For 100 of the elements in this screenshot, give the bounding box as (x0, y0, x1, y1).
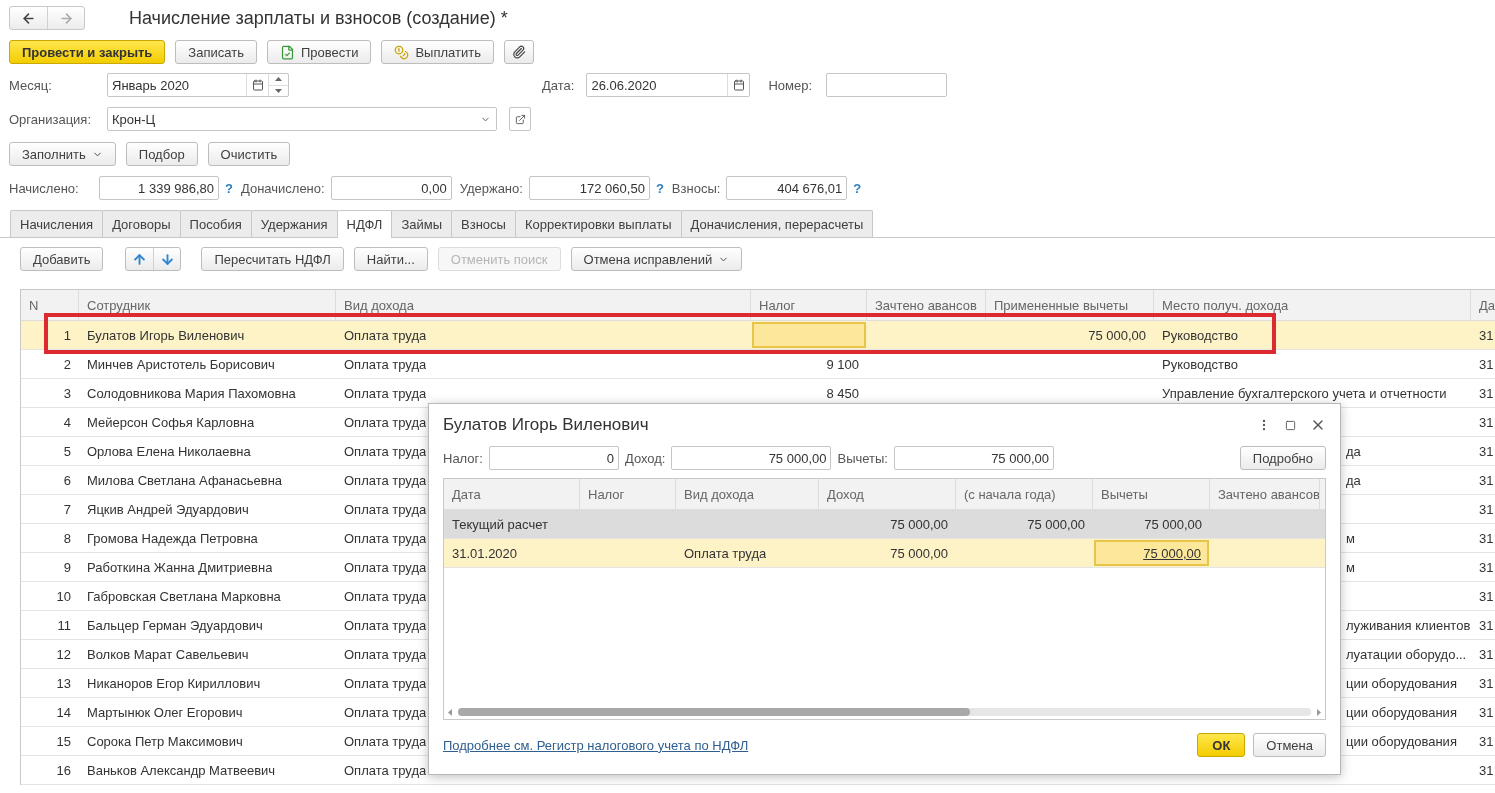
tab[interactable]: Корректировки выплаты (514, 210, 682, 237)
tab[interactable]: Начисления (10, 210, 104, 237)
dropdown-button[interactable]: Заполнить (9, 142, 116, 166)
column-header: Вид дохода (336, 290, 751, 320)
column-header: Зачтено авансов (1210, 479, 1320, 509)
details-button[interactable]: Подробно (1239, 446, 1326, 470)
tab[interactable]: Взносы (451, 210, 516, 237)
post-button[interactable]: Провести (266, 40, 372, 64)
table-cell-text: 75 000,00 (890, 544, 948, 563)
action-button[interactable]: Подбор (125, 142, 198, 166)
field-label: Удержано: (459, 180, 523, 196)
action-button[interactable]: Очистить (207, 142, 291, 166)
table-cell-text: Оплата труда (344, 384, 427, 403)
number-field[interactable] (826, 73, 948, 97)
field-label: Вычеты: (837, 450, 888, 466)
table-cell-text: Милова Светлана Афанасьевна (87, 471, 283, 490)
table-cell-text: Волков Марат Савельевич (87, 645, 249, 664)
row-number: 6 (63, 471, 71, 490)
help-link[interactable]: ? (225, 180, 233, 196)
active-cell[interactable]: 75 000,00 (1094, 540, 1209, 566)
help-link[interactable]: ? (853, 180, 862, 196)
row-number: 8 (63, 529, 71, 548)
row-number: 10 (56, 587, 71, 606)
active-cell[interactable] (752, 322, 866, 348)
table-cell-text: Работкина Жанна Дмитриевна (87, 558, 273, 577)
post-and-close-button[interactable]: Провести и закрыть (9, 40, 166, 64)
field-label: Налог: (443, 450, 483, 466)
field-label: Номер: (768, 77, 813, 93)
table-cell-text: Никаноров Егор Кириллович (87, 674, 261, 693)
amount-field: 0,00 (330, 176, 452, 200)
table-cell-text: луатации оборудо... (1346, 645, 1467, 664)
table-cell-text: 31 (1479, 384, 1494, 403)
row-number: 9 (63, 558, 71, 577)
table-cell-text: Солодовникова Мария Пахомовна (87, 384, 296, 403)
spin-down-button[interactable] (269, 84, 288, 96)
help-link[interactable]: ? (655, 180, 664, 196)
table-cell-text: 9 100 (826, 355, 859, 374)
table-row[interactable]: 1 Булатов Игорь Виленович Оплата труда 75 000,00 Руководство 31 (21, 321, 1495, 350)
table-cell-text: 31 (1479, 587, 1494, 606)
table-cell-text: Габровская Светлана Марковна (87, 587, 281, 606)
table-cell-text: Сорока Петр Максимович (87, 732, 243, 751)
organization-field[interactable]: Крон-Ц (107, 107, 497, 131)
attach-button[interactable] (503, 40, 534, 64)
row-number: 12 (56, 645, 71, 664)
table-cell-text: 8 450 (826, 384, 859, 403)
left-triangle-icon[interactable] (448, 708, 452, 716)
table-cell-text: Бальцер Герман Эдуардович (87, 616, 263, 635)
amount-field: 1 339 986,80 (99, 176, 219, 200)
date-field[interactable]: 26.06.2020 (586, 73, 751, 97)
row-number: 15 (56, 732, 71, 751)
table-cell-text: м (1346, 558, 1355, 577)
table-cell-text: Оплата труда (344, 413, 427, 432)
table-cell-text: ции оборудования (1346, 732, 1457, 751)
row-number: 7 (63, 500, 71, 519)
column-header: Доход (819, 479, 956, 509)
table-cell-text: да (1346, 471, 1361, 490)
table-cell-text: Оплата труда (344, 442, 427, 461)
table-cell-text: 31 (1479, 674, 1494, 693)
row-number: 13 (56, 674, 71, 693)
row-number: 16 (56, 761, 71, 780)
pay-button[interactable]: Выплатить (381, 40, 494, 64)
tab[interactable]: Доначисления, перерасчеты (680, 210, 874, 237)
amount-field: 172 060,50 (528, 176, 650, 200)
tab[interactable]: Договоры (102, 210, 181, 237)
amount-field: 75 000,00 (893, 446, 1054, 470)
tab[interactable]: Удержания (250, 210, 338, 237)
amount-field: 404 676,01 (726, 176, 848, 200)
tab[interactable]: НДФЛ (336, 210, 393, 238)
table-cell-text: Оплата труда (344, 471, 427, 490)
table-cell-text: 31 (1479, 616, 1494, 635)
table-cell-text: ции оборудования (1346, 703, 1457, 722)
open-button[interactable] (509, 107, 531, 131)
maximize-icon[interactable] (1285, 419, 1296, 431)
table-cell-text: Оплата труда (344, 558, 427, 577)
row-number: 2 (63, 355, 71, 374)
month-field[interactable]: Январь 2020 (107, 73, 289, 97)
dialog-title: Булатов Игорь Виленович (443, 415, 650, 435)
table-cell-text: 31 (1479, 558, 1494, 577)
table-cell-text: Ваньков Александр Матвеевич (87, 761, 276, 780)
field-label: Взносы: (671, 180, 721, 196)
tab[interactable]: Займы (391, 210, 453, 237)
dropdown-button[interactable]: Отмена исправлений (570, 247, 743, 271)
table-cell-text: 31 (1479, 326, 1494, 345)
column-header: Вид дохода (676, 479, 819, 509)
register-link[interactable]: Подробнее см. Регистр налогового учета по НДФЛ (443, 737, 1190, 753)
window-title: Начисление зарплаты и взносов (создание) * (129, 7, 508, 29)
tab[interactable]: Пособия (179, 210, 252, 237)
table-cell-text: 31 (1479, 471, 1494, 490)
save-button[interactable]: Записать (175, 40, 257, 64)
cancel-button[interactable]: Отмена (1253, 733, 1326, 757)
toolbar-button[interactable]: Найти... (353, 247, 428, 271)
table-cell-text: Мартынюк Олег Егорович (87, 703, 243, 722)
toolbar-button[interactable]: Пересчитать НДФЛ (201, 247, 344, 271)
external-link-icon (514, 113, 526, 125)
field-label: Дата: (542, 77, 575, 93)
toolbar-button[interactable]: Добавить (20, 247, 104, 271)
right-triangle-icon[interactable] (1317, 708, 1321, 716)
table-cell-text: м (1346, 529, 1355, 548)
ok-button[interactable]: ОК (1197, 733, 1246, 757)
column-header: N (21, 290, 79, 320)
